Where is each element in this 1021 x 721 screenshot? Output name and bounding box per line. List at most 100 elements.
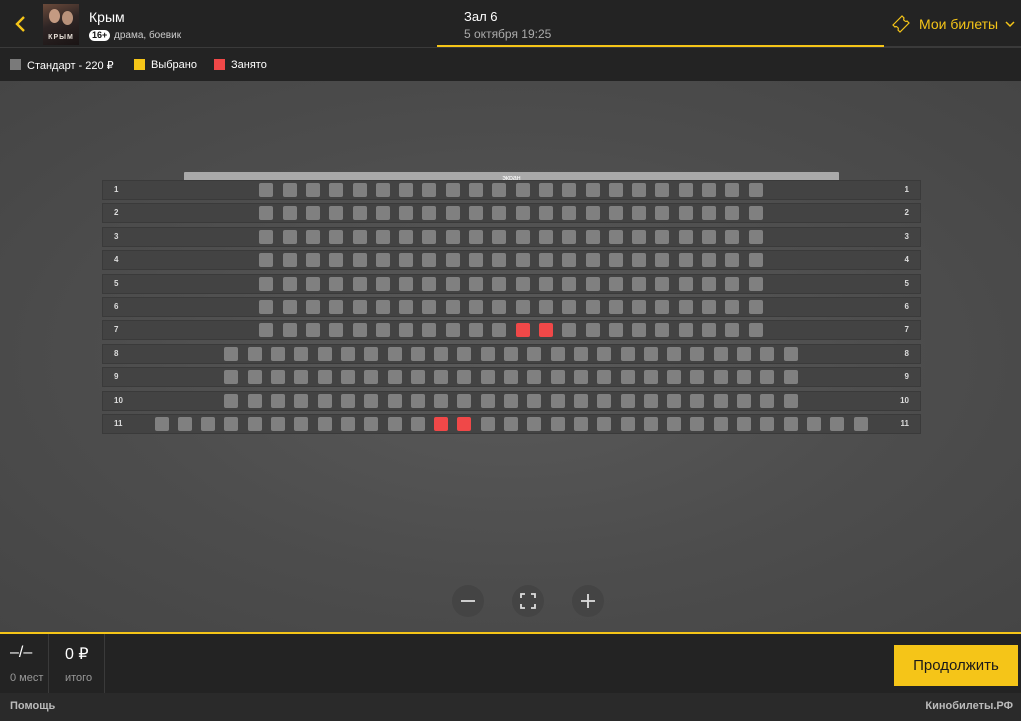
seat-free[interactable] xyxy=(445,206,460,221)
seat-free[interactable] xyxy=(375,183,390,197)
seat-free[interactable] xyxy=(329,206,344,221)
seat-free[interactable] xyxy=(480,393,495,408)
seat-free[interactable] xyxy=(317,417,332,431)
seat-free[interactable] xyxy=(737,346,751,361)
seat-free[interactable] xyxy=(317,346,332,361)
seat-free[interactable] xyxy=(655,253,670,268)
seat-free[interactable] xyxy=(469,300,484,314)
seat-free[interactable] xyxy=(457,346,472,361)
seat-free[interactable] xyxy=(445,276,460,291)
seat-free[interactable] xyxy=(515,300,530,314)
seat-free[interactable] xyxy=(585,206,600,221)
seat-free[interactable] xyxy=(550,393,565,408)
seat-free[interactable] xyxy=(737,417,751,431)
seat-free[interactable] xyxy=(492,206,507,221)
seat-free[interactable] xyxy=(410,346,425,361)
seat-free[interactable] xyxy=(294,393,309,408)
back-button[interactable] xyxy=(10,13,32,35)
seat-free[interactable] xyxy=(294,370,309,385)
seat-free[interactable] xyxy=(504,417,518,431)
seat-free[interactable] xyxy=(690,346,705,361)
seat-free[interactable] xyxy=(457,393,472,408)
seat-free[interactable] xyxy=(608,183,623,197)
seat-free[interactable] xyxy=(515,276,530,291)
seat-free[interactable] xyxy=(305,300,320,314)
seat-free[interactable] xyxy=(352,183,367,197)
seat-free[interactable] xyxy=(364,370,379,385)
seat-free[interactable] xyxy=(469,323,484,338)
seat-free[interactable] xyxy=(282,253,297,268)
seat-free[interactable] xyxy=(667,346,682,361)
seat-free[interactable] xyxy=(830,417,845,431)
seat-free[interactable] xyxy=(620,417,635,431)
zoom-in-button[interactable] xyxy=(572,585,604,617)
seat-free[interactable] xyxy=(224,393,239,408)
seat-free[interactable] xyxy=(608,300,623,314)
seat-free[interactable] xyxy=(538,276,553,291)
seat-free[interactable] xyxy=(492,300,507,314)
seat-free[interactable] xyxy=(515,229,530,244)
seat-free[interactable] xyxy=(585,323,600,338)
seat-free[interactable] xyxy=(247,417,262,431)
seat-free[interactable] xyxy=(247,346,262,361)
seat-free[interactable] xyxy=(352,253,367,268)
seat-free[interactable] xyxy=(702,253,717,268)
seat-free[interactable] xyxy=(224,417,239,431)
seat-free[interactable] xyxy=(305,206,320,221)
seat-free[interactable] xyxy=(422,206,437,221)
seat-free[interactable] xyxy=(643,393,658,408)
seat-free[interactable] xyxy=(550,370,565,385)
seat-free[interactable] xyxy=(469,229,484,244)
seat-free[interactable] xyxy=(399,183,414,197)
seat-free[interactable] xyxy=(702,183,717,197)
seat-free[interactable] xyxy=(527,370,542,385)
seat-free[interactable] xyxy=(282,206,297,221)
seat-free[interactable] xyxy=(469,276,484,291)
seat-free[interactable] xyxy=(445,229,460,244)
seat-free[interactable] xyxy=(492,253,507,268)
seat-free[interactable] xyxy=(655,183,670,197)
seat-free[interactable] xyxy=(294,417,309,431)
seat-free[interactable] xyxy=(469,253,484,268)
seat-free[interactable] xyxy=(632,183,647,197)
seat-free[interactable] xyxy=(667,370,682,385)
seat-free[interactable] xyxy=(247,393,262,408)
seat-free[interactable] xyxy=(434,393,449,408)
seat-free[interactable] xyxy=(422,300,437,314)
seat-free[interactable] xyxy=(469,183,484,197)
seat-free[interactable] xyxy=(445,300,460,314)
seat-free[interactable] xyxy=(445,183,460,197)
seat-free[interactable] xyxy=(329,253,344,268)
seat-free[interactable] xyxy=(562,229,577,244)
seat-free[interactable] xyxy=(282,183,297,197)
seat-free[interactable] xyxy=(422,253,437,268)
seat-free[interactable] xyxy=(504,393,518,408)
seat-free[interactable] xyxy=(760,370,775,385)
seat-free[interactable] xyxy=(573,417,588,431)
seat-free[interactable] xyxy=(457,370,472,385)
seat-free[interactable] xyxy=(597,393,612,408)
seat-free[interactable] xyxy=(492,183,507,197)
seat-free[interactable] xyxy=(364,417,379,431)
seat-free[interactable] xyxy=(259,183,274,197)
seat-free[interactable] xyxy=(760,346,775,361)
seat-free[interactable] xyxy=(410,370,425,385)
seat-free[interactable] xyxy=(725,323,740,338)
seat-free[interactable] xyxy=(853,417,868,431)
seat-free[interactable] xyxy=(748,253,763,268)
seat-free[interactable] xyxy=(783,417,798,431)
seat-free[interactable] xyxy=(329,300,344,314)
fit-screen-button[interactable] xyxy=(512,585,544,617)
seat-free[interactable] xyxy=(305,323,320,338)
seat-free[interactable] xyxy=(632,206,647,221)
seat-free[interactable] xyxy=(725,253,740,268)
seat-free[interactable] xyxy=(375,253,390,268)
seat-free[interactable] xyxy=(329,229,344,244)
seat-free[interactable] xyxy=(271,370,285,385)
seat-free[interactable] xyxy=(725,183,740,197)
seat-free[interactable] xyxy=(247,370,262,385)
seat-free[interactable] xyxy=(305,276,320,291)
seat-free[interactable] xyxy=(399,323,414,338)
hall-map[interactable]: экран 1 1 2 2 3 3 4 4 5 5 6 6 7 7 8 8 9 9 10 10 11 11 xyxy=(0,81,1021,632)
seat-free[interactable] xyxy=(655,323,670,338)
